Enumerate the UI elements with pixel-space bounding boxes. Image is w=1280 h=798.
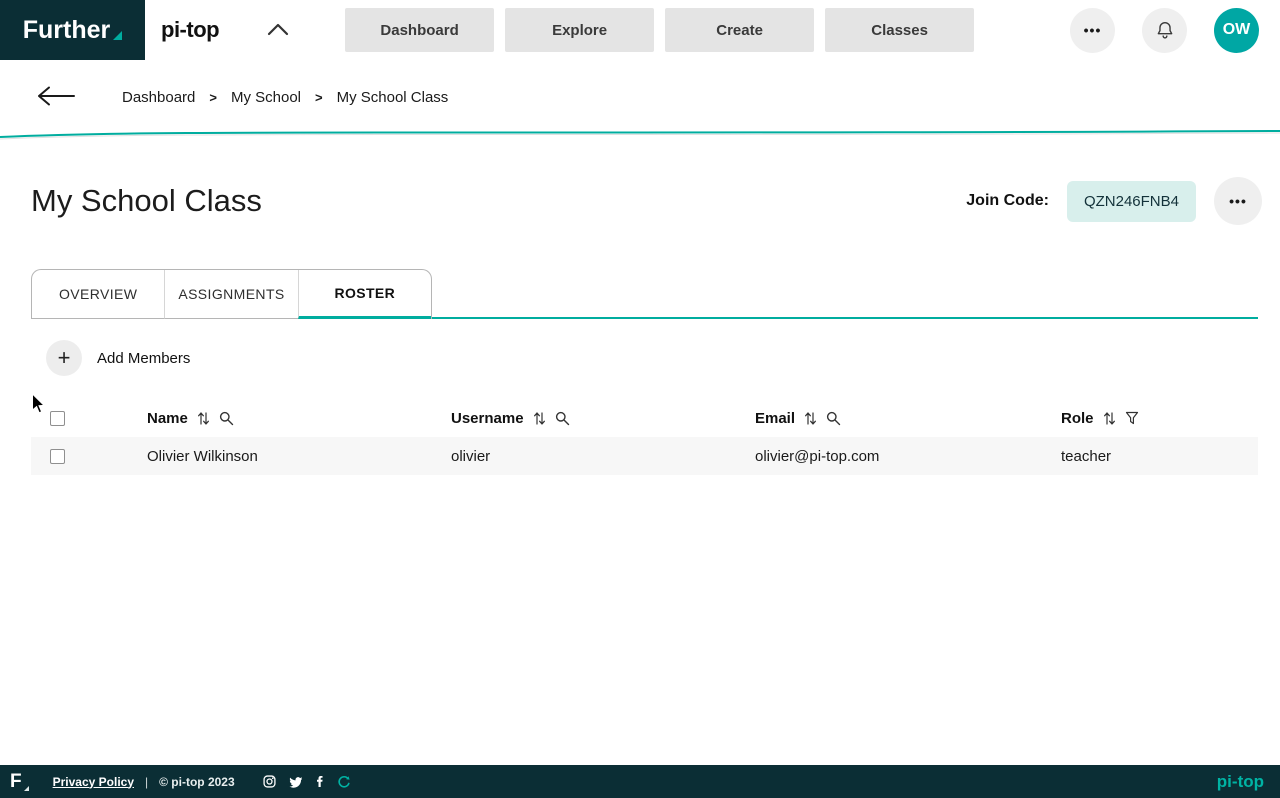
- further-footer-triangle-icon: [23, 785, 29, 791]
- chevron-up-icon: [267, 23, 289, 35]
- pitop-footer-logo: pi-top: [1216, 771, 1264, 791]
- class-more-options-button[interactable]: •••: [1214, 177, 1262, 225]
- pitop-logo: pi-top: [161, 17, 220, 42]
- refresh-icon: [337, 775, 350, 787]
- cell-name: Olivier Wilkinson: [147, 447, 258, 465]
- copyright-text: © pi-top 2023: [159, 774, 235, 789]
- further-logo[interactable]: Further: [0, 0, 145, 60]
- breadcrumb-bar: Dashboard > My School > My School Class: [0, 60, 1280, 140]
- refresh-link[interactable]: [337, 775, 351, 789]
- breadcrumb: Dashboard > My School > My School Class: [122, 89, 448, 106]
- sort-icon[interactable]: [197, 410, 210, 427]
- back-arrow-icon: [38, 86, 75, 106]
- nav-dashboard-button[interactable]: Dashboard: [345, 8, 495, 52]
- tabs: OVERVIEW ASSIGNMENTS ROSTER: [31, 269, 1258, 319]
- back-button[interactable]: [32, 83, 78, 112]
- nav-explore-button[interactable]: Explore: [505, 8, 655, 52]
- search-icon[interactable]: [826, 411, 841, 426]
- breadcrumb-separator: >: [209, 90, 217, 105]
- plus-icon: +: [46, 340, 82, 376]
- join-code-group: Join Code: QZN246FNB4 •••: [966, 177, 1262, 225]
- bell-icon: [1157, 21, 1172, 39]
- search-icon[interactable]: [555, 411, 570, 426]
- twitter-link[interactable]: [289, 776, 302, 788]
- tab-roster[interactable]: ROSTER: [297, 270, 431, 319]
- sort-icon[interactable]: [804, 410, 817, 427]
- column-header-name: Name: [147, 409, 188, 427]
- notifications-button[interactable]: [1142, 7, 1187, 53]
- column-header-role: Role: [1061, 409, 1094, 427]
- join-code-value[interactable]: QZN246FNB4: [1066, 180, 1196, 222]
- further-logo-text: Further: [22, 15, 111, 44]
- app: Further pi-top Dashboard Explore Create …: [0, 0, 1280, 798]
- instagram-link[interactable]: [263, 775, 276, 788]
- teal-divider-curve: [0, 130, 1280, 140]
- join-code-label: Join Code:: [966, 192, 1049, 209]
- sort-icon[interactable]: [533, 410, 546, 427]
- avatar[interactable]: OW: [1214, 7, 1259, 53]
- footer-divider: |: [145, 774, 149, 789]
- search-icon[interactable]: [219, 411, 234, 426]
- further-f-mark: F: [10, 770, 22, 792]
- tab-underline: [432, 317, 1258, 319]
- table-header-row: Name Username Email Role: [31, 399, 1258, 437]
- nav-classes-button[interactable]: Classes: [825, 8, 975, 52]
- further-footer-logo[interactable]: F: [10, 771, 29, 793]
- breadcrumb-separator: >: [315, 90, 323, 105]
- main-content: My School Class Join Code: QZN246FNB4 ••…: [0, 177, 1280, 475]
- further-triangle-icon: [113, 30, 123, 40]
- breadcrumb-my-school[interactable]: My School: [231, 89, 301, 106]
- instagram-icon: [263, 775, 276, 788]
- social-links: [263, 775, 351, 789]
- facebook-link[interactable]: [315, 775, 324, 788]
- roster-table: Name Username Email Role Olivier Wilkins…: [31, 399, 1258, 475]
- add-members-button[interactable]: + Add Members: [46, 340, 190, 376]
- facebook-icon: [316, 776, 323, 787]
- more-options-button[interactable]: •••: [1070, 7, 1115, 53]
- breadcrumb-dashboard[interactable]: Dashboard: [122, 89, 195, 106]
- column-header-username: Username: [451, 409, 524, 427]
- tab-box: OVERVIEW ASSIGNMENTS ROSTER: [31, 269, 432, 319]
- column-header-email: Email: [755, 409, 796, 427]
- nav-create-button[interactable]: Create: [665, 8, 815, 52]
- twitter-icon: [289, 776, 302, 788]
- footer: F Privacy Policy | © pi-top 2023 pi-top: [0, 765, 1280, 798]
- privacy-policy-link[interactable]: Privacy Policy: [53, 775, 134, 789]
- row-checkbox[interactable]: [50, 448, 65, 464]
- table-row[interactable]: Olivier Wilkinson olivier olivier@pi-top…: [31, 437, 1258, 475]
- collapse-header-button[interactable]: [263, 18, 293, 43]
- breadcrumb-my-school-class[interactable]: My School Class: [337, 89, 449, 106]
- sort-icon[interactable]: [1103, 410, 1116, 427]
- filter-icon[interactable]: [1125, 411, 1139, 425]
- cell-username: olivier: [451, 447, 491, 465]
- cell-email: olivier@pi-top.com: [755, 447, 880, 465]
- top-bar: Further pi-top Dashboard Explore Create …: [0, 0, 1280, 60]
- tab-overview[interactable]: OVERVIEW: [32, 270, 165, 319]
- select-all-checkbox[interactable]: [50, 410, 65, 426]
- add-members-label: Add Members: [97, 349, 191, 367]
- main-nav: Dashboard Explore Create Classes: [345, 8, 975, 52]
- page-title: My School Class: [31, 183, 262, 218]
- top-right-actions: ••• OW: [1070, 7, 1259, 53]
- tab-assignments[interactable]: ASSIGNMENTS: [164, 270, 298, 319]
- cell-role: teacher: [1061, 447, 1112, 465]
